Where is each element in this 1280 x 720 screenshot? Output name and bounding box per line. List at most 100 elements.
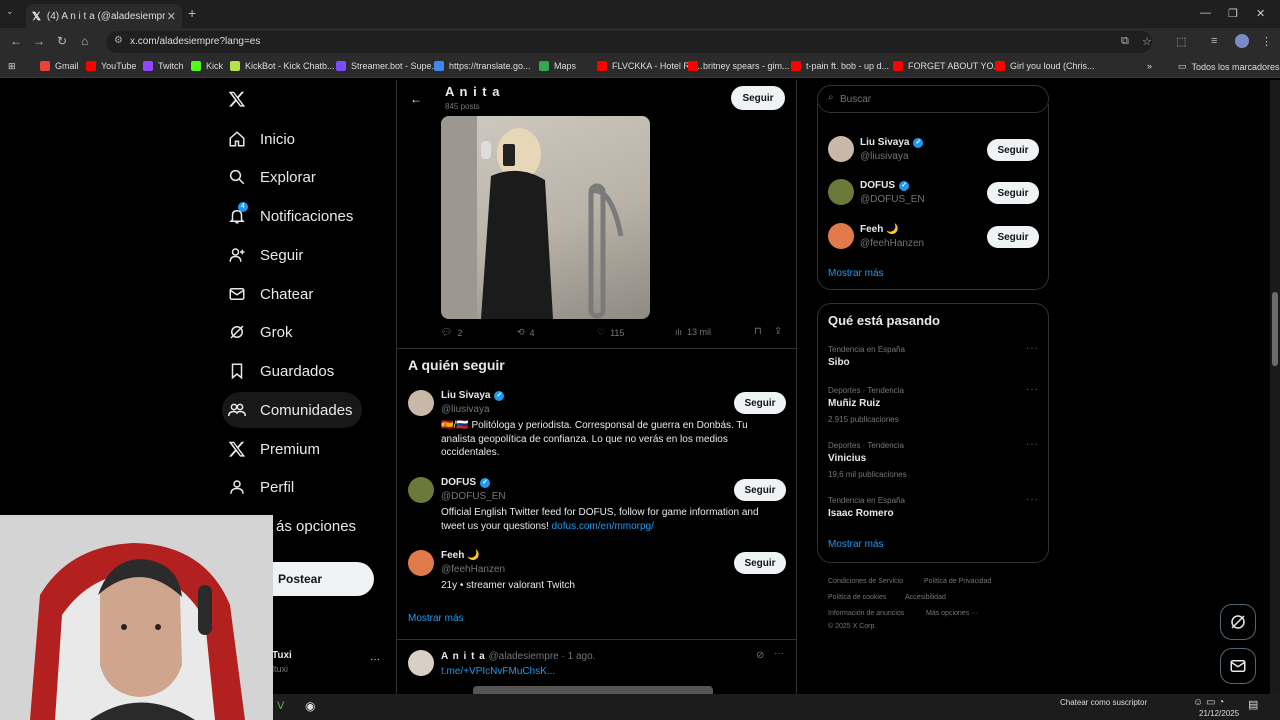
account-avatar[interactable] bbox=[408, 477, 434, 503]
bookmark-item[interactable]: t-pain ft. bob - up d... bbox=[791, 61, 889, 71]
scrollbar-thumb[interactable] bbox=[1272, 292, 1278, 366]
trend-more-icon[interactable]: ··· bbox=[1026, 343, 1039, 354]
trend-name[interactable]: Vinicius bbox=[828, 453, 866, 464]
bookmark-item[interactable]: Streamer.bot - Supe... bbox=[336, 61, 439, 71]
trend-name[interactable]: Muñiz Ruiz bbox=[828, 398, 880, 409]
next-post-handle[interactable]: @aladesiempre bbox=[489, 651, 559, 662]
more-bookmarks-icon[interactable]: » bbox=[1147, 61, 1152, 71]
trends-show-more[interactable]: Mostrar más bbox=[828, 539, 884, 550]
next-post-link[interactable]: t.me/+VPIcNvFMuChsK... bbox=[441, 666, 555, 677]
next-post-more-icon[interactable]: ··· bbox=[774, 648, 784, 659]
account-name[interactable]: Feeh 🌙 bbox=[441, 550, 480, 561]
footer-link[interactable]: Accesibilidad bbox=[905, 594, 946, 601]
sidebar-item[interactable]: Chatear bbox=[222, 276, 313, 312]
tab-close-icon[interactable]: ✕ bbox=[167, 10, 176, 23]
follow-button[interactable]: Seguir bbox=[734, 392, 786, 414]
bookmark-item[interactable]: YouTube bbox=[86, 61, 136, 71]
account-avatar[interactable] bbox=[408, 390, 434, 416]
apps-icon[interactable]: ⊞ bbox=[8, 61, 16, 72]
sidebar-item[interactable]: Seguir bbox=[222, 237, 303, 273]
install-icon[interactable]: ⧉ bbox=[1121, 35, 1129, 48]
nvidia-icon[interactable]: V bbox=[277, 700, 284, 712]
suggestion-avatar[interactable] bbox=[828, 223, 854, 249]
x-logo-icon[interactable] bbox=[228, 90, 246, 113]
sidebar-item[interactable]: Inicio bbox=[222, 121, 295, 157]
bookmark-item[interactable]: Twitch bbox=[143, 61, 184, 71]
sidebar-item[interactable]: Guardados bbox=[222, 353, 334, 389]
sidebar-item[interactable]: Comunidades bbox=[222, 392, 362, 428]
site-info-icon[interactable]: ⚙ bbox=[114, 35, 123, 46]
extensions-icon[interactable]: ⬚ bbox=[1176, 35, 1186, 48]
post-image[interactable] bbox=[441, 116, 650, 319]
bookmark-post-icon[interactable]: ⊓ bbox=[754, 326, 762, 337]
tab-list-icon[interactable]: ⌄ bbox=[6, 6, 14, 17]
minimize-button[interactable]: — bbox=[1200, 7, 1211, 19]
bookmark-item[interactable]: KickBot - Kick Chatb... bbox=[230, 61, 335, 71]
maximize-button[interactable]: ❐ bbox=[1228, 7, 1238, 20]
footer-link[interactable]: Política de Privacidad bbox=[924, 578, 991, 585]
share-icon[interactable]: ⇪ bbox=[774, 326, 782, 337]
bookmark-item[interactable]: Maps bbox=[539, 61, 576, 71]
bookmark-item[interactable]: Kick bbox=[191, 61, 223, 71]
bio-link[interactable]: dofus.com/en/mmorpg/ bbox=[552, 521, 654, 532]
next-post-avatar[interactable] bbox=[408, 650, 434, 676]
suggestion-avatar[interactable] bbox=[828, 136, 854, 162]
account-avatar[interactable] bbox=[408, 550, 434, 576]
header-follow-button[interactable]: Seguir bbox=[731, 86, 785, 110]
sidebar-item[interactable]: Explorar bbox=[222, 159, 316, 195]
account-handle[interactable]: @DOFUS_EN bbox=[441, 491, 506, 502]
reply-button[interactable]: 💬︎ 2 bbox=[441, 327, 462, 338]
trend-more-icon[interactable]: ··· bbox=[1026, 439, 1039, 450]
close-window-button[interactable]: ✕ bbox=[1256, 7, 1265, 20]
url-field[interactable]: ⚙ x.com/aladesiempre?lang=es bbox=[106, 31, 1152, 53]
obs-icon[interactable]: ◉ bbox=[305, 699, 315, 713]
follow-button[interactable]: Seguir bbox=[987, 226, 1039, 248]
suggestion-avatar[interactable] bbox=[828, 179, 854, 205]
footer-link[interactable]: Más opciones ··· bbox=[926, 610, 978, 617]
tray-icons[interactable]: ☺ ▭ ◔ bbox=[1193, 697, 1224, 708]
next-post-name[interactable]: A n i t a bbox=[441, 651, 486, 662]
trend-more-icon[interactable]: ··· bbox=[1026, 494, 1039, 505]
browser-tab[interactable]: 𝕏 (4) A n i t a (@aladesiempre) / X ✕ bbox=[26, 4, 182, 28]
home-browser-icon[interactable]: ⌂ bbox=[81, 34, 88, 48]
star-icon[interactable]: ☆ bbox=[1142, 35, 1152, 48]
grok-float-button[interactable] bbox=[1220, 604, 1256, 640]
reload-icon[interactable]: ↻ bbox=[57, 34, 67, 48]
suggestion-name[interactable]: Feeh 🌙 bbox=[860, 224, 899, 235]
suggestion-name[interactable]: DOFUS ✓ bbox=[860, 180, 909, 191]
footer-link[interactable]: Política de cookies bbox=[828, 594, 886, 601]
who-to-follow-show-more[interactable]: Mostrar más bbox=[408, 613, 464, 624]
page-scrollbar[interactable] bbox=[1270, 80, 1280, 694]
footer-link[interactable]: Condiciones de Servicio bbox=[828, 578, 903, 585]
sidebar-item[interactable]: Premium bbox=[222, 431, 320, 467]
suggestion-handle[interactable]: @DOFUS_EN bbox=[860, 194, 925, 205]
messages-float-button[interactable] bbox=[1220, 648, 1256, 684]
back-arrow-icon[interactable]: ← bbox=[410, 92, 422, 106]
back-icon[interactable]: ← bbox=[10, 34, 22, 48]
suggestion-name[interactable]: Liu Sivaya ✓ bbox=[860, 137, 924, 148]
trend-name[interactable]: Sibo bbox=[828, 357, 850, 368]
bookmark-item[interactable]: britney spears - gim... bbox=[688, 61, 790, 71]
forward-icon[interactable]: → bbox=[33, 34, 45, 48]
browser-profile-avatar[interactable] bbox=[1235, 34, 1249, 48]
trend-name[interactable]: Isaac Romero bbox=[828, 508, 894, 519]
account-more-icon[interactable]: ··· bbox=[370, 654, 380, 665]
notifications-tray-icon[interactable]: ▤ bbox=[1248, 698, 1258, 711]
grok-post-icon[interactable]: ⊘ bbox=[756, 650, 764, 661]
follow-button[interactable]: Seguir bbox=[987, 182, 1039, 204]
bookmark-item[interactable]: FLVCKKA - Hotel Ro... bbox=[597, 61, 702, 71]
new-tab-button[interactable]: + bbox=[188, 5, 196, 21]
repost-button[interactable]: ⟲ 4 bbox=[517, 327, 535, 338]
follow-button[interactable]: Seguir bbox=[987, 139, 1039, 161]
all-bookmarks[interactable]: ▭ Todos los marcadores bbox=[1178, 61, 1280, 72]
sidebar-item[interactable]: Grok bbox=[222, 314, 293, 350]
sidebar-item[interactable]: Notificaciones 4 bbox=[222, 198, 353, 234]
chat-as-subscriber[interactable]: Chatear como suscriptor bbox=[1060, 698, 1147, 707]
bookmark-item[interactable]: Girl you loud (Chris... bbox=[995, 61, 1095, 71]
suggestions-show-more[interactable]: Mostrar más bbox=[828, 268, 884, 279]
sidebar-item[interactable]: Perfil bbox=[222, 469, 294, 505]
bookmark-item[interactable]: Gmail bbox=[40, 61, 79, 71]
account-name[interactable]: DOFUS ✓ bbox=[441, 477, 490, 488]
account-handle[interactable]: @feehHanzen bbox=[441, 564, 505, 575]
sidebar-item[interactable]: ás opciones bbox=[270, 508, 356, 544]
